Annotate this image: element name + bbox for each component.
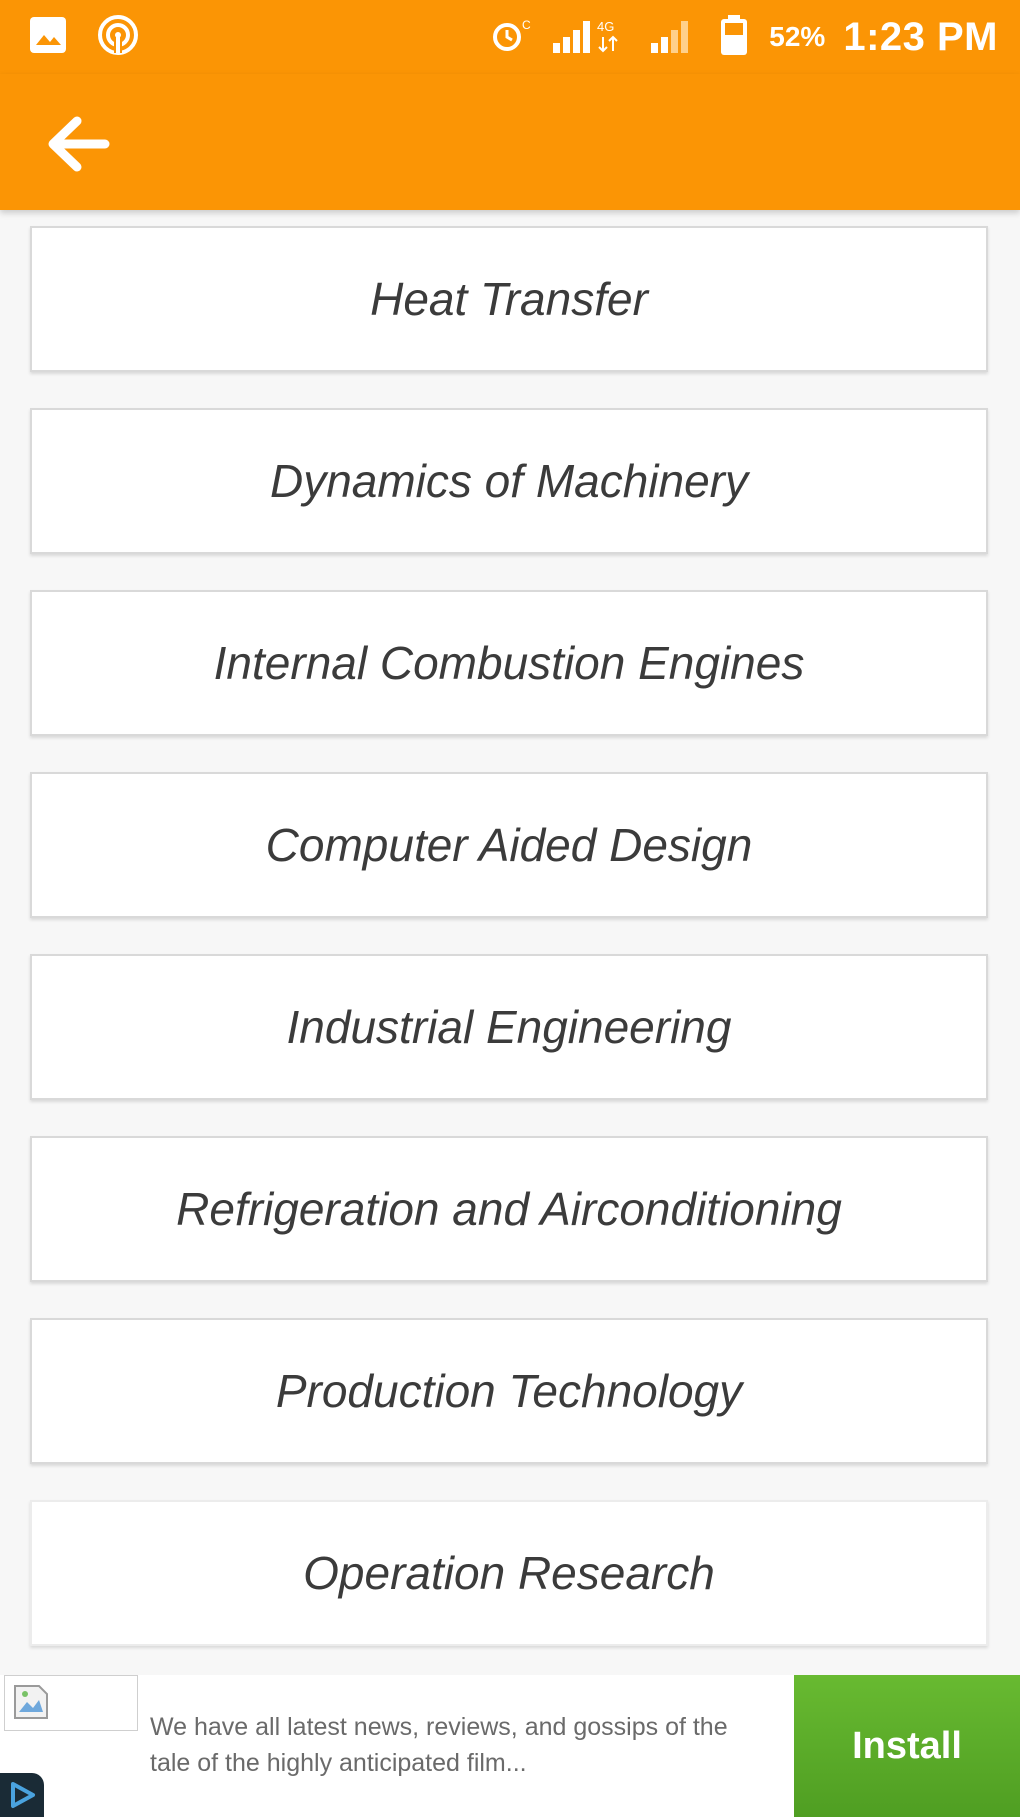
subject-item-dynamics-of-machinery[interactable]: Dynamics of Machinery bbox=[30, 408, 988, 554]
status-right-icons: C 4G 52% 1:23 PM bbox=[491, 10, 998, 64]
status-time: 1:23 PM bbox=[843, 14, 998, 59]
subject-item-operation-research[interactable]: Operation Research bbox=[30, 1500, 988, 1646]
image-icon bbox=[28, 15, 68, 60]
alarm-icon: C bbox=[491, 15, 531, 60]
ad-image[interactable] bbox=[4, 1675, 138, 1731]
back-button[interactable] bbox=[36, 102, 120, 186]
install-button[interactable]: Install bbox=[794, 1675, 1020, 1817]
subject-item-refrigeration-and-airconditioning[interactable]: Refrigeration and Airconditioning bbox=[30, 1136, 988, 1282]
ad-choices-icon[interactable] bbox=[0, 1773, 44, 1817]
subject-label: Refrigeration and Airconditioning bbox=[176, 1183, 842, 1235]
ad-text: We have all latest news, reviews, and go… bbox=[150, 1713, 728, 1777]
subject-label: Computer Aided Design bbox=[265, 819, 753, 871]
subject-label: Operation Research bbox=[303, 1547, 715, 1599]
subject-label: Production Technology bbox=[275, 1365, 743, 1417]
subject-item-computer-aided-design[interactable]: Computer Aided Design bbox=[30, 772, 988, 918]
subject-label: Internal Combustion Engines bbox=[213, 637, 805, 689]
subject-label: Industrial Engineering bbox=[286, 1001, 732, 1053]
svg-text:C: C bbox=[522, 18, 531, 32]
subject-label: Heat Transfer bbox=[370, 273, 648, 325]
status-left-icons bbox=[28, 14, 140, 60]
svg-text:4G: 4G bbox=[597, 19, 614, 34]
app-bar bbox=[0, 74, 1020, 210]
status-bar: C 4G 52% 1:23 PM bbox=[0, 0, 1020, 74]
broken-image-icon bbox=[14, 1685, 48, 1719]
subject-item-heat-transfer[interactable]: Heat Transfer bbox=[30, 226, 988, 372]
subject-item-internal-combustion-engines[interactable]: Internal Combustion Engines bbox=[30, 590, 988, 736]
hotspot-icon bbox=[96, 13, 140, 62]
ad-banner[interactable]: We have all latest news, reviews, and go… bbox=[0, 1675, 1020, 1817]
arrow-left-icon bbox=[48, 116, 110, 172]
subject-item-production-technology[interactable]: Production Technology bbox=[30, 1318, 988, 1464]
signal-icon: 4G bbox=[549, 15, 629, 60]
subject-item-industrial-engineering[interactable]: Industrial Engineering bbox=[30, 954, 988, 1100]
subject-label: Dynamics of Machinery bbox=[269, 455, 749, 507]
battery-percent: 52% bbox=[769, 21, 826, 52]
battery-icon bbox=[717, 13, 751, 62]
signal-weak-icon bbox=[647, 15, 699, 60]
